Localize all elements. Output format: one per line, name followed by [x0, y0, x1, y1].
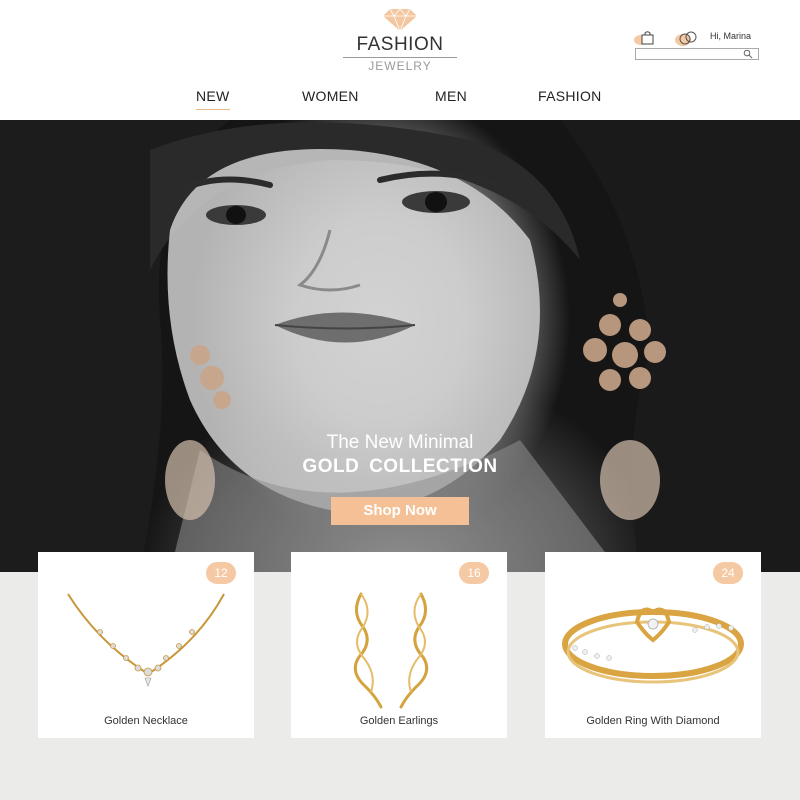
hero-collection-title: GOLD COLLECTION [302, 456, 498, 477]
brand-name: FASHION [356, 34, 444, 55]
necklace-image [67, 593, 225, 687]
nav-item-women[interactable]: WOMEN [302, 88, 359, 109]
hero-headline: The New Minimal [326, 432, 474, 453]
user-area: Hi, Marina [630, 28, 765, 62]
header: FASHION JEWELRY Hi, Marina NEW WOMEN MEN… [0, 0, 800, 120]
brand-subtitle: JEWELRY [368, 59, 432, 73]
count-badge: 12 [206, 562, 236, 584]
search-input[interactable] [635, 48, 759, 60]
logo[interactable]: FASHION JEWELRY [340, 8, 460, 78]
product-name[interactable]: Golden Necklace [38, 715, 254, 727]
product-name[interactable]: Golden Earlings [291, 715, 507, 727]
count-badge: 24 [713, 562, 743, 584]
diamond-logo-icon [383, 8, 417, 32]
product-card-necklace[interactable]: 12 Golden Necklace [38, 552, 254, 738]
product-name[interactable]: Golden Ring With Diamond [545, 715, 761, 727]
nav-item-fashion[interactable]: FASHION [538, 88, 602, 109]
main-nav: NEW WOMEN MEN FASHION [0, 88, 800, 116]
rings-icon[interactable] [673, 29, 699, 47]
shop-now-button[interactable]: Shop Now [331, 497, 469, 525]
shopping-bag-icon[interactable] [633, 30, 655, 46]
nav-item-men[interactable]: MEN [435, 88, 467, 109]
search-icon[interactable] [743, 49, 753, 59]
count-badge: 16 [459, 562, 489, 584]
earrings-image [353, 592, 429, 709]
hero-banner: The New Minimal GOLD COLLECTION Shop Now [0, 120, 800, 572]
product-card-earrings[interactable]: 16 Golden Earlings [291, 552, 507, 738]
nav-item-new[interactable]: NEW [196, 88, 230, 110]
user-greeting[interactable]: Hi, Marina [710, 31, 751, 41]
ring-image [562, 607, 744, 684]
product-card-ring[interactable]: 24 Golden Ring With Diamond [545, 552, 761, 738]
